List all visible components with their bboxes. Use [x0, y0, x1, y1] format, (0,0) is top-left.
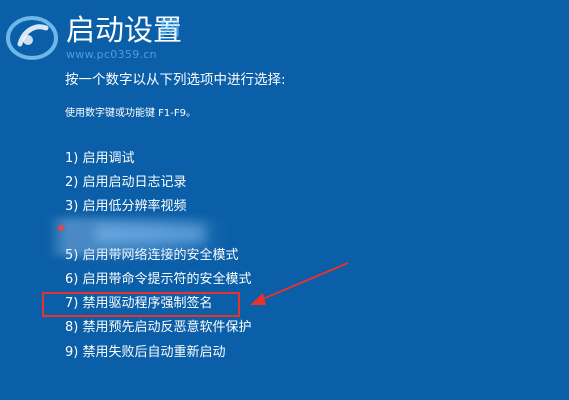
- red-arrow-icon: [250, 262, 349, 305]
- startup-settings-screen: 启动设置 网 www.pc0359.cn 按一个数字以从下列选项中进行选择: 使…: [0, 0, 569, 400]
